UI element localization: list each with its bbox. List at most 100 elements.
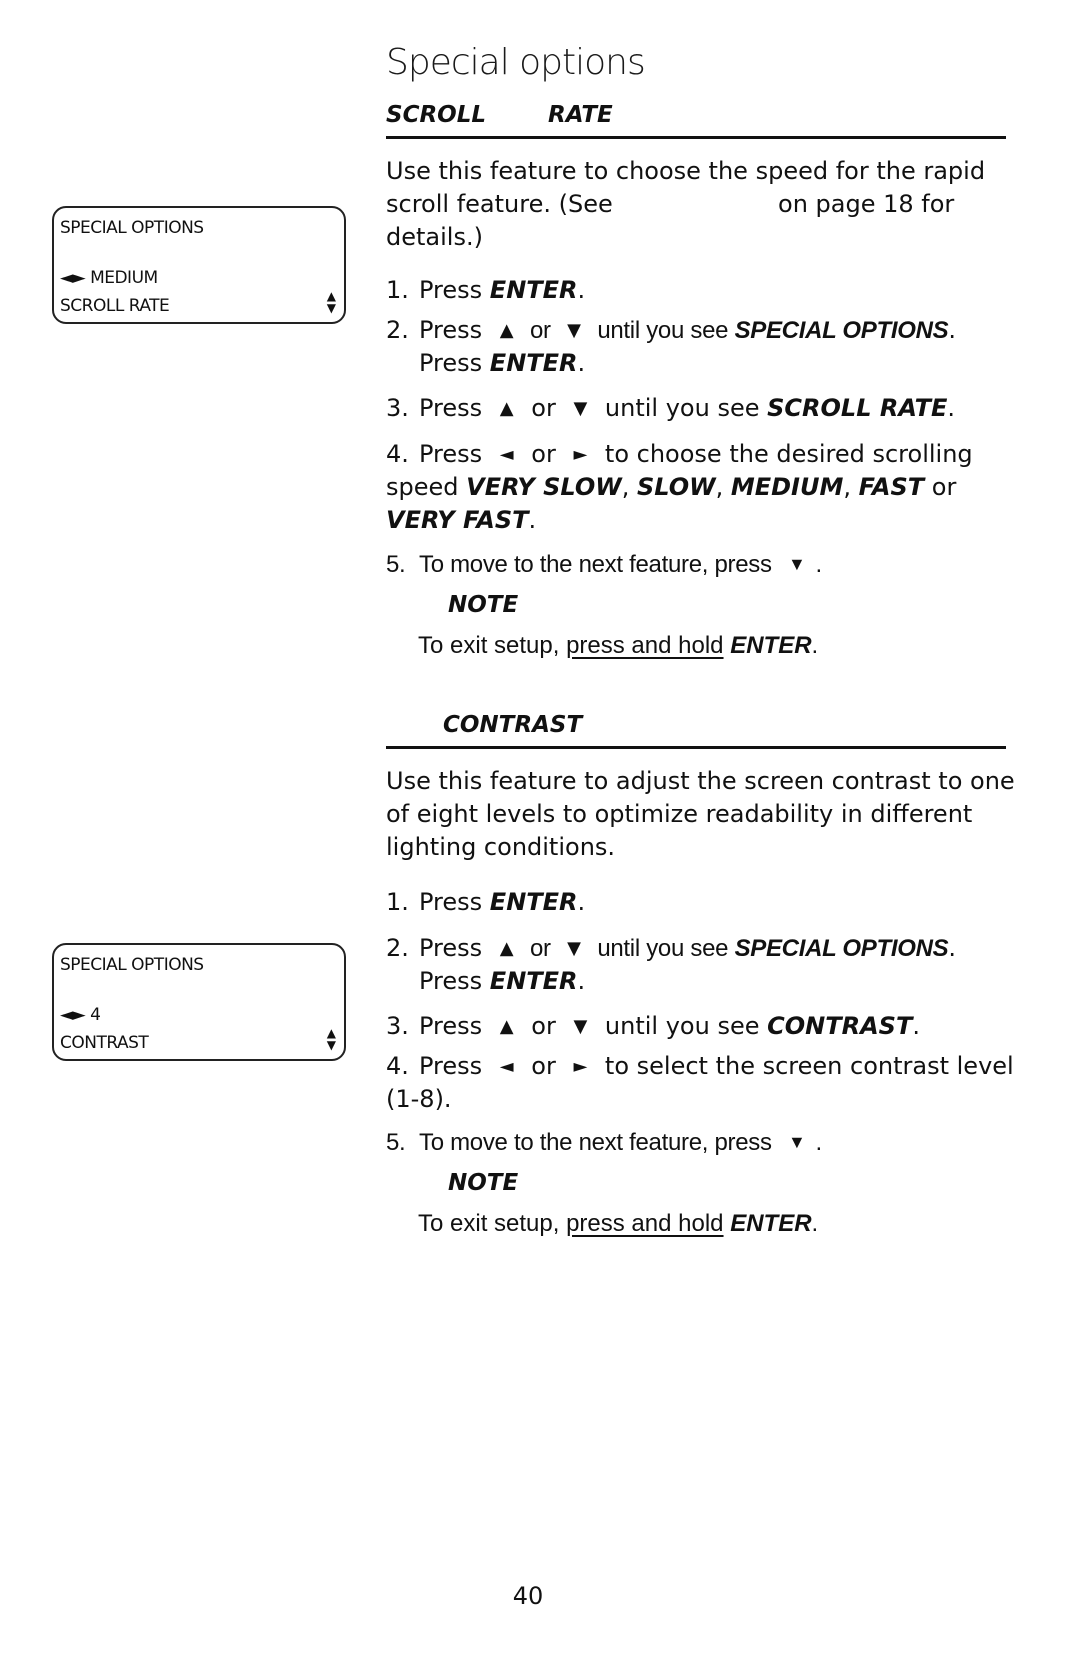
step-item: 2. Press ▲ or ▼ until you see SPECIAL OPT… [386,314,1026,380]
step-text: or [523,394,564,422]
up-down-arrows-icon: ▲ ▼ [327,1027,336,1051]
key-enter: ENTER [730,632,812,659]
step-text: . [577,349,586,377]
note-text: To exit setup, press and hold ENTER. [418,632,818,660]
right-arrow-icon: ► [573,444,588,465]
step-number: 1. [386,276,409,304]
lcd-line-value: ◄► MEDIUM [60,268,158,288]
step-item: 5. To move to the next feature, press ▼. [386,1126,1026,1159]
step-text: Press [419,1052,490,1080]
step-text: or [523,440,564,468]
up-down-arrows-icon: ▲ ▼ [327,290,336,314]
section-divider [386,136,1006,139]
note-text-part: To exit setup, [418,632,567,659]
step-item: 5. To move to the next feature, press ▼. [386,548,1026,581]
up-arrow-icon: ▲ [499,398,514,419]
step-number: 4. [386,1052,409,1080]
step-text: , [715,473,731,501]
step-text: until you see [597,394,768,422]
note-text-part: . [811,632,819,659]
step-text: or [523,1012,564,1040]
contrast-intro: Use this feature to adjust the screen co… [386,767,1015,861]
step-text: , [621,473,637,501]
key-enter: ENTER [489,888,578,916]
note-text-part: . [811,1210,819,1237]
step-item: 1. Press ENTER. [386,274,1026,307]
step-text: Press [419,394,490,422]
step-text: . [947,394,956,422]
key-enter: ENTER [489,276,578,304]
step-number: 3. [386,394,409,422]
page-number: 40 [512,1582,544,1610]
section-heading-scroll-rate: SCROLL RATE [386,102,613,128]
step-number: 2. [386,934,409,962]
key-enter: ENTER [730,1210,812,1237]
lcd-line-setting: CONTRAST [60,1033,149,1053]
lcd-display-scroll-rate: SPECIAL OPTIONS ◄► MEDIUM SCROLL RATE ▲ … [52,206,346,324]
step-text: or [523,1052,564,1080]
lcd-display-contrast: SPECIAL OPTIONS ◄► 4 CONTRAST ▲ ▼ [52,943,346,1061]
step-text: . [912,1012,920,1040]
step-text: Press [419,276,490,304]
step-item: 3. Press ▲ or ▼ until you see CONTRAST. [386,1010,1026,1043]
step-number: 1. [386,888,409,916]
step-item: 4. Press ◄ or ► to select the screen cont… [386,1050,1026,1116]
step-item: 1. Press ENTER. [386,886,1026,919]
step-item: 4. Press ◄ or ► to choose the desired scr… [386,438,1026,537]
step-text: Press [419,316,490,344]
note-label: NOTE [448,1170,519,1196]
step-text: . [577,888,586,916]
key-enter: ENTER [489,349,578,377]
step-text: . [815,1129,823,1156]
lcd-value: MEDIUM [90,268,158,288]
left-arrow-icon: ◄ [499,1056,514,1077]
step-text: . [577,967,586,995]
speed-option: VERY FAST [386,506,529,534]
step-text: until you see [590,935,735,962]
lcd-line-value: ◄► 4 [60,1005,101,1025]
menu-name: SPECIAL OPTIONS [734,935,949,962]
step-text: . [948,934,956,962]
step-number: 2. [386,316,409,344]
lcd-value: 4 [90,1005,101,1025]
down-arrow-icon: ▼ [788,554,806,574]
speed-option: VERY SLOW [466,473,622,501]
step-text: . [577,276,586,304]
heading-word: RATE [548,102,613,128]
left-arrow-icon: ◄ [499,444,514,465]
step-text: Press [419,440,490,468]
up-arrow-icon: ▲ [499,1016,514,1037]
down-arrow-icon: ▼ [567,938,581,959]
down-arrow-icon: ▼ [573,398,588,419]
note-text-part: To exit setup, [418,1210,567,1237]
step-number: 5. [386,1129,406,1156]
note-emphasis: press and hold [566,632,724,659]
step-item: 3. Press ▲ or ▼ until you see SCROLL RATE… [386,392,1026,425]
down-arrow-icon: ▼ [788,1132,806,1152]
step-number: 4. [386,440,409,468]
section-heading-contrast: CONTRAST [443,712,583,738]
speed-option: MEDIUM [730,473,844,501]
up-arrow-icon: ▲ [499,938,514,959]
page-title: Special options [386,42,646,83]
step-text: until you see [597,1012,768,1040]
scroll-rate-intro: Use this feature to choose the speed for… [386,155,1016,254]
step-text: . [528,506,537,534]
step-text: Press [419,967,490,995]
step-text: . [948,316,956,344]
step-text: To move to the next feature, press [419,1129,779,1156]
step-text: . [815,551,823,578]
step-number: 5. [386,551,406,578]
key-enter: ENTER [489,967,578,995]
up-arrow-icon: ▲ [499,320,514,341]
lcd-line-setting: SCROLL RATE [60,296,170,316]
down-arrow-icon: ▼ [567,320,581,341]
menu-name: SPECIAL OPTIONS [734,317,949,344]
lcd-line-menu: SPECIAL OPTIONS [60,955,204,975]
left-right-arrows-icon: ◄► [60,268,86,288]
down-arrow-icon: ▼ [326,1038,336,1052]
heading-word: SCROLL [386,102,487,128]
speed-option: FAST [858,473,925,501]
right-arrow-icon: ► [573,1056,588,1077]
step-text: , [843,473,859,501]
